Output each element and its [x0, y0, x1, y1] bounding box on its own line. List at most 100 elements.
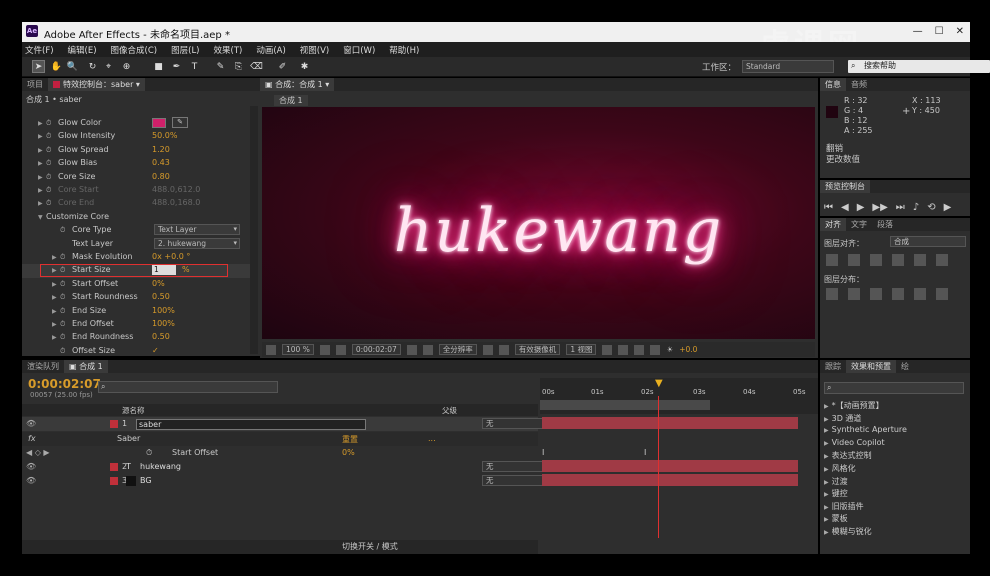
align-to-select[interactable]: 合成 — [890, 236, 966, 247]
property-value[interactable]: ✓ — [152, 346, 159, 355]
eyedropper-icon[interactable]: ✎ — [172, 117, 188, 128]
composition-viewer[interactable]: hukewang — [262, 107, 815, 339]
expand-triangle-icon[interactable]: ▶ — [824, 529, 829, 536]
puppet-pin-tool-icon[interactable]: ✱ — [298, 60, 311, 73]
property-value[interactable]: 0.50 — [152, 332, 170, 341]
maximize-icon[interactable]: ☐ — [935, 26, 944, 37]
align-left-icon[interactable] — [826, 254, 838, 266]
label-color-swatch[interactable] — [110, 463, 118, 471]
expand-triangle-icon[interactable]: ▶ — [52, 281, 57, 288]
play-icon[interactable]: ▶ — [857, 202, 865, 213]
expand-triangle-icon[interactable]: ▶ — [824, 416, 829, 423]
layer-duration-bar[interactable] — [542, 474, 798, 486]
first-frame-icon[interactable]: ⏮ — [824, 202, 833, 213]
property-value[interactable]: 0.43 — [152, 158, 170, 167]
visibility-icon[interactable]: 👁 — [26, 419, 36, 428]
effect-property-row[interactable]: ▶ ⏱ End Size 100% — [22, 305, 258, 318]
collapse-triangle-icon[interactable]: ▼ — [38, 214, 43, 221]
exposure-value[interactable]: +0.0 — [679, 345, 697, 354]
close-icon[interactable]: ✕ — [956, 26, 964, 37]
stopwatch-icon[interactable]: ⏱ — [46, 119, 51, 128]
property-value[interactable]: 0x +0.0 ° — [152, 252, 190, 261]
effect-property-row[interactable]: ▶ ⏱ Core Start 488.0,612.0 — [22, 184, 258, 197]
keyframe-icon[interactable]: I — [542, 448, 544, 457]
expand-triangle-icon[interactable]: ▶ — [824, 516, 829, 523]
effect-property-row[interactable]: ▶ ⏱ End Offset 100% — [22, 318, 258, 331]
menu-composition[interactable]: 图像合成(C) — [111, 44, 158, 56]
tab-effect-controls[interactable]: 特效控制台：saber ▾ — [48, 78, 145, 91]
playhead-line[interactable] — [658, 396, 659, 538]
label-color-swatch[interactable] — [110, 420, 118, 428]
tab-align[interactable]: 对齐 — [820, 218, 846, 231]
property-value[interactable]: 488.0,168.0 — [152, 198, 200, 207]
last-frame-icon[interactable]: ⏭ — [896, 202, 905, 213]
property-value[interactable]: 0.80 — [152, 172, 170, 181]
tab-render-queue[interactable]: 渲染队列 — [22, 360, 64, 373]
property-dropdown[interactable]: 2. hukewang — [154, 237, 240, 249]
effect-reset-link[interactable]: 重置 — [342, 434, 358, 445]
selection-tool-icon[interactable]: ➤ — [32, 60, 45, 73]
layer-duration-bar[interactable] — [542, 460, 798, 472]
effects-category-item[interactable]: ▶ 3D 通道 — [824, 413, 861, 424]
search-help-input[interactable]: ⌕ 搜索帮助 — [848, 60, 990, 73]
effects-category-item[interactable]: ▶ 键控 — [824, 488, 848, 499]
menu-window[interactable]: 窗口(W) — [343, 44, 375, 56]
ram-preview-icon[interactable]: ▶ — [944, 202, 952, 213]
timeline-timecode[interactable]: 0:00:02:07 — [28, 377, 101, 391]
effect-property-row[interactable]: ▶ ⏱ Start Offset 0% — [22, 278, 258, 291]
playhead-handle-icon[interactable]: ▼ — [655, 378, 663, 389]
hand-tool-icon[interactable]: ✋ — [50, 60, 63, 73]
effect-property-row[interactable]: Text Layer 2. hukewang — [22, 237, 258, 251]
property-value[interactable]: 0% — [342, 448, 355, 457]
effect-controls-scrollbar[interactable] — [250, 106, 258, 354]
expand-triangle-icon[interactable]: ▶ — [52, 254, 57, 261]
stopwatch-icon[interactable]: ⏱ — [60, 347, 65, 356]
rotate-tool-icon[interactable]: ↻ — [86, 60, 99, 73]
distribute-left-icon[interactable] — [892, 288, 904, 300]
region-of-interest-icon[interactable] — [482, 344, 493, 355]
expand-triangle-icon[interactable]: ▶ — [38, 200, 43, 207]
tab-project[interactable]: 项目 — [22, 78, 48, 91]
distribute-bottom-icon[interactable] — [870, 288, 882, 300]
always-preview-icon[interactable] — [266, 344, 276, 355]
rectangle-tool-icon[interactable]: ■ — [152, 60, 165, 73]
flowchart-icon[interactable] — [650, 344, 661, 355]
tab-tracker[interactable]: 跟踪 — [820, 360, 846, 373]
align-vcenter-icon[interactable] — [914, 254, 926, 266]
tab-effects-presets[interactable]: 效果和预置 — [846, 360, 896, 373]
expand-triangle-icon[interactable]: ▶ — [824, 427, 829, 434]
property-value[interactable]: 0% — [152, 279, 165, 288]
snapshot-icon[interactable] — [406, 344, 417, 355]
label-color-swatch[interactable] — [110, 477, 118, 485]
minimize-icon[interactable]: — — [913, 26, 923, 37]
expand-triangle-icon[interactable]: ▶ — [824, 479, 829, 486]
effect-property-row[interactable]: ▶ ⏱ Glow Bias 0.43 — [22, 157, 258, 170]
next-frame-icon[interactable]: ▶▶ — [872, 202, 887, 213]
effect-property-row[interactable]: ▼ Customize Core — [22, 211, 258, 224]
expand-triangle-icon[interactable]: ▶ — [38, 187, 43, 194]
effects-category-item[interactable]: ▶ Synthetic Aperture — [824, 425, 907, 434]
layer-row[interactable]: 👁 1 saber 无 — [22, 417, 554, 431]
expand-triangle-icon[interactable]: ▶ — [52, 321, 57, 328]
layer-name[interactable]: saber — [136, 419, 366, 430]
effect-property-row[interactable]: ▶ ⏱ Glow Color ✎ — [22, 117, 258, 130]
effects-category-item[interactable]: ▶ 旧版插件 — [824, 501, 864, 512]
stopwatch-icon[interactable]: ⏱ — [46, 159, 51, 168]
effect-property-row[interactable]: ▶ ⏱ Core Size 0.80 — [22, 171, 258, 184]
color-swatch[interactable] — [152, 118, 166, 128]
effects-category-item[interactable]: ▶ *【动画预置】 — [824, 400, 884, 411]
type-tool-icon[interactable]: T — [188, 60, 201, 73]
layer-name[interactable]: BG — [140, 476, 152, 485]
timeline-icon[interactable] — [634, 344, 645, 355]
stopwatch-icon[interactable]: ⏱ — [60, 253, 65, 262]
grid-icon[interactable] — [335, 344, 346, 355]
stopwatch-icon[interactable]: ⏱ — [46, 173, 51, 182]
effects-category-item[interactable]: ▶ 风格化 — [824, 463, 856, 474]
expand-triangle-icon[interactable]: ▶ — [824, 504, 829, 511]
keyframe-icon[interactable]: I — [644, 448, 646, 457]
property-value[interactable]: 488.0,612.0 — [152, 185, 200, 194]
fast-previews-icon[interactable] — [618, 344, 629, 355]
expand-triangle-icon[interactable]: ▶ — [38, 160, 43, 167]
menu-help[interactable]: 帮助(H) — [389, 44, 419, 56]
align-right-icon[interactable] — [870, 254, 882, 266]
